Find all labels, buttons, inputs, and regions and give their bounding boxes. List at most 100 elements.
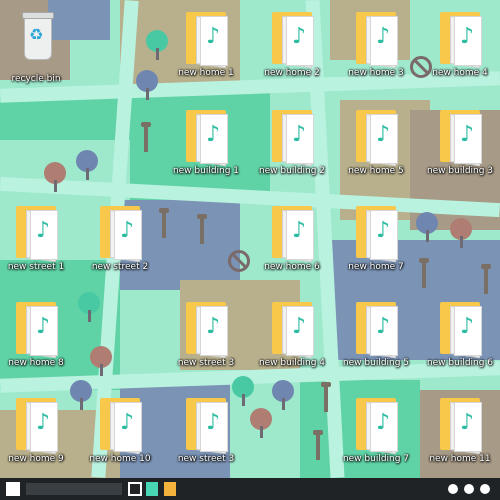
music-note-icon: ♪ [460, 122, 475, 147]
tree-icon [250, 408, 272, 438]
tree-icon [136, 70, 158, 100]
music-note-icon: ♪ [376, 24, 391, 49]
desktop-icon[interactable]: ♪ new street 2 [74, 200, 166, 292]
desktop-icon[interactable]: ♪ new home 5 [330, 104, 422, 196]
music-folder-icon: ♪ [270, 200, 314, 263]
tray-dot-icon[interactable] [448, 484, 458, 494]
desktop-icon-label: new home 5 [348, 166, 404, 176]
desktop-icon-label: new home 11 [429, 454, 491, 464]
music-note-icon: ♪ [376, 122, 391, 147]
desktop-icon[interactable]: ♪ new street 3 [160, 392, 252, 484]
music-folder-icon: ♪ [270, 104, 314, 167]
desktop-icon[interactable]: ♪ new street 1 [0, 200, 82, 292]
music-note-icon: ♪ [292, 122, 307, 147]
music-note-icon: ♪ [206, 314, 221, 339]
desktop-icon-label: new home 1 [178, 68, 234, 78]
music-folder-icon: ♪ [184, 104, 228, 167]
desktop-icon[interactable]: ♪ new home 8 [0, 296, 82, 388]
music-folder-icon: ♪ [438, 392, 482, 455]
desktop-icon-label: new street 2 [91, 262, 149, 272]
tree-icon [450, 218, 472, 248]
music-note-icon: ♪ [206, 122, 221, 147]
music-note-icon: ♪ [120, 218, 135, 243]
music-note-icon: ♪ [376, 410, 391, 435]
music-note-icon: ♪ [36, 410, 51, 435]
recycle-bin-icon: ♻ [14, 12, 58, 74]
music-folder-icon: ♪ [354, 200, 398, 263]
desktop-icon[interactable]: ♪ new home 7 [330, 200, 422, 292]
start-icon[interactable] [6, 482, 20, 496]
recycle-bin[interactable]: ♻ recycle bin [0, 12, 82, 104]
desktop-icon-label: new home 10 [89, 454, 151, 464]
taskbar [0, 478, 500, 500]
desktop-icon-label: new building 5 [342, 358, 410, 368]
music-folder-icon: ♪ [270, 6, 314, 69]
desktop-icon[interactable]: ♪ new home 3 [330, 6, 422, 98]
music-folder-icon: ♪ [354, 392, 398, 455]
music-note-icon: ♪ [376, 218, 391, 243]
music-folder-icon: ♪ [438, 6, 482, 69]
desktop-icon[interactable]: ♪ new building 2 [246, 104, 338, 196]
music-note-icon: ♪ [36, 314, 51, 339]
desktop-icon-label: new home 2 [264, 68, 320, 78]
desktop-icon-label: new street 3 [177, 358, 235, 368]
music-folder-icon: ♪ [354, 296, 398, 359]
desktop-icon-label: new building 4 [258, 358, 326, 368]
music-note-icon: ♪ [292, 218, 307, 243]
music-note-icon: ♪ [292, 24, 307, 49]
desktop-icon-label: new home 8 [8, 358, 64, 368]
desktop-icon[interactable]: ♪ new building 5 [330, 296, 422, 388]
desktop-icon-label: new home 7 [348, 262, 404, 272]
task-view-icon[interactable] [128, 482, 142, 496]
desktop-icon[interactable]: ♪ new home 1 [160, 6, 252, 98]
desktop-icon[interactable]: ♪ new home 2 [246, 6, 338, 98]
street-lamp-icon [313, 430, 323, 460]
tray-dot-icon[interactable] [464, 484, 474, 494]
desktop-icon-label: new building 1 [172, 166, 240, 176]
recycle-icon: ♻ [29, 25, 44, 44]
folder-app-icon[interactable] [164, 482, 176, 496]
music-note-icon: ♪ [460, 314, 475, 339]
desktop-icon[interactable]: ♪ new home 9 [0, 392, 82, 484]
desktop-icon[interactable]: ♪ new home 6 [246, 200, 338, 292]
desktop-icon-label: new building 3 [426, 166, 494, 176]
music-note-icon: ♪ [292, 314, 307, 339]
teal-app-icon[interactable] [146, 482, 158, 496]
tray-dot-icon[interactable] [480, 484, 490, 494]
desktop-icon[interactable]: ♪ new home 11 [414, 392, 500, 484]
music-folder-icon: ♪ [14, 200, 58, 263]
desktop-icon-label: new building 7 [342, 454, 410, 464]
taskbar-search-bar[interactable] [26, 483, 122, 495]
music-folder-icon: ♪ [184, 392, 228, 455]
desktop-icon[interactable]: ♪ new building 3 [414, 104, 500, 196]
street-lamp-icon [419, 258, 429, 288]
music-folder-icon: ♪ [184, 296, 228, 359]
desktop-icon-label: new street 1 [7, 262, 65, 272]
music-note-icon: ♪ [36, 218, 51, 243]
music-note-icon: ♪ [120, 410, 135, 435]
desktop-icon-label: recycle bin [11, 74, 61, 84]
music-note-icon: ♪ [460, 410, 475, 435]
street-lamp-icon [481, 264, 491, 294]
tree-icon [44, 162, 66, 192]
desktop-icon-label: new building 2 [258, 166, 326, 176]
street-lamp-icon [197, 214, 207, 244]
music-folder-icon: ♪ [354, 6, 398, 69]
desktop-icon[interactable]: ♪ new home 4 [414, 6, 500, 98]
desktop-icon[interactable]: ♪ new street 3 [160, 296, 252, 388]
music-folder-icon: ♪ [438, 296, 482, 359]
music-note-icon: ♪ [376, 314, 391, 339]
tree-icon [90, 346, 112, 376]
desktop-icon[interactable]: ♪ new building 7 [330, 392, 422, 484]
music-folder-icon: ♪ [14, 296, 58, 359]
music-note-icon: ♪ [206, 410, 221, 435]
desktop-icon[interactable]: ♪ new home 10 [74, 392, 166, 484]
street-lamp-icon [321, 382, 331, 412]
desktop-icon[interactable]: ♪ new building 6 [414, 296, 500, 388]
desktop-icon-label: new street 3 [177, 454, 235, 464]
music-folder-icon: ♪ [184, 6, 228, 69]
desktop-icon[interactable]: ♪ new building 1 [160, 104, 252, 196]
music-folder-icon: ♪ [98, 200, 142, 263]
music-note-icon: ♪ [206, 24, 221, 49]
desktop-icon[interactable]: ♪ new building 4 [246, 296, 338, 388]
